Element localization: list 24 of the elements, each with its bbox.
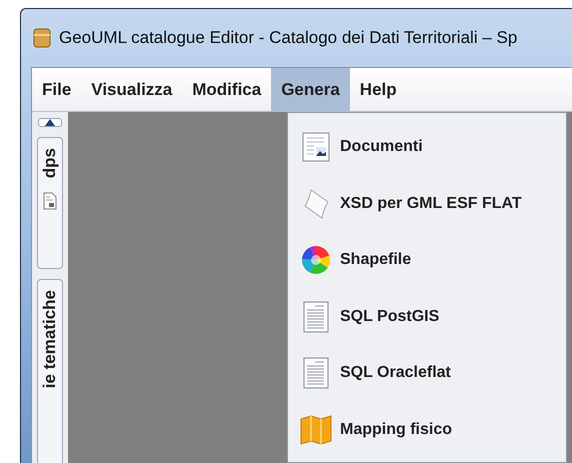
window-title: GeoUML catalogue Editor - Catalogo dei Dati Territoriali – Sp: [59, 27, 518, 50]
folded-map-icon: [300, 414, 332, 445]
menu-item[interactable]: Genera: [271, 68, 350, 111]
side-tab[interactable]: ie tematiche: [37, 279, 63, 463]
menu-entry[interactable]: SQL Oracleflat: [288, 345, 566, 402]
color-wheel-icon: [301, 245, 331, 276]
menu-item[interactable]: Help: [350, 68, 407, 111]
menu-item[interactable]: Modifica: [182, 68, 272, 111]
document-picture-icon: [302, 132, 330, 162]
menu-item[interactable]: Visualizza: [81, 68, 182, 111]
menu-entry[interactable]: Shapefile: [288, 232, 566, 288]
up-arrow-icon: [45, 119, 55, 126]
scroll-up-button[interactable]: [38, 118, 62, 127]
scroll-icon: [302, 188, 330, 220]
text-document-icon: [303, 300, 329, 333]
document-icon: [43, 192, 57, 210]
menu-entry[interactable]: Documenti: [288, 119, 566, 176]
text-document-icon: [303, 357, 329, 390]
menu-item[interactable]: File: [32, 68, 82, 111]
menu-entry[interactable]: Mapping fisico: [288, 402, 566, 458]
menu-entry[interactable]: XSD per GML ESF FLAT: [288, 176, 566, 232]
app-icon: [33, 28, 51, 48]
menu-entry[interactable]: SQL PostGIS: [288, 288, 566, 345]
side-tab[interactable]: dps: [37, 137, 63, 269]
